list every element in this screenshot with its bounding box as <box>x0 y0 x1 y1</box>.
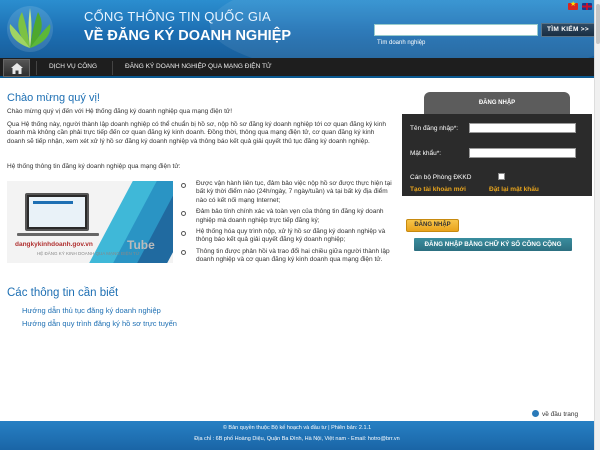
login-panel-title: ĐĂNG NHẬP <box>424 92 570 114</box>
intro-paragraph: Qua Hệ thống này, người thành lập doanh … <box>7 121 386 145</box>
username-input[interactable] <box>469 123 576 133</box>
language-switcher <box>568 0 592 10</box>
flag-vietnam-icon[interactable] <box>568 0 578 10</box>
guide-link-online-process[interactable]: Hướng dẫn quy trình đăng ký hồ sơ trực t… <box>22 319 177 328</box>
search-button[interactable]: TÌM KIẾM >> <box>541 23 595 37</box>
welcome-title: Chào mừng quý vị! <box>7 92 100 104</box>
main-navigation: DỊCH VỤ CÔNG ĐĂNG KÝ DOANH NGHIỆP QUA MẠ… <box>0 58 600 78</box>
officer-checkbox-label: Cán bộ Phòng ĐKKD <box>410 174 472 181</box>
home-icon <box>11 63 23 74</box>
laptop-screen <box>29 197 85 227</box>
search-input[interactable] <box>374 24 538 36</box>
list-item: Thông tin được phản hồi và trao đổi hai … <box>181 248 394 265</box>
list-item: Hệ thống hóa quy trình nộp, xử lý hồ sơ … <box>181 228 394 245</box>
password-input[interactable] <box>469 148 576 158</box>
site-title-line1: CỔNG THÔNG TIN QUỐC GIA <box>84 9 271 24</box>
digital-signature-login-button[interactable]: ĐĂNG NHẬP BẰNG CHỮ KÝ SỐ CÔNG CỘNG <box>414 238 572 251</box>
home-button[interactable] <box>3 59 30 77</box>
logo-leaf-icon[interactable] <box>4 4 56 54</box>
video-site-label: dangkykinhdoanh.gov.vn <box>15 241 93 248</box>
create-account-link[interactable]: Tạo tài khoản mới <box>410 186 466 193</box>
site-header: CỔNG THÔNG TIN QUỐC GIA VỀ ĐĂNG KÝ DOANH… <box>0 0 600 58</box>
page-scrollbar[interactable] <box>594 0 600 450</box>
login-button[interactable]: ĐĂNG NHẬP <box>406 219 459 232</box>
search-hint: Tìm doanh nghiệp <box>377 40 426 46</box>
laptop-base <box>17 233 99 236</box>
login-panel: ĐĂNG NHẬP Tên đăng nhập*: Mật khẩu*: Cán… <box>402 92 592 200</box>
site-footer: © Bản quyền thuộc Bộ kế hoạch và đầu tư … <box>0 421 594 450</box>
flag-uk-icon[interactable] <box>582 3 592 10</box>
password-label: Mật khẩu*: <box>410 150 442 157</box>
video-subtitle: HỆ ĐĂNG KÝ KINH DOANH QUA MẠNG ĐIỆN TỬ <box>37 251 140 256</box>
username-label: Tên đăng nhập*: <box>410 125 459 132</box>
nav-separator <box>112 61 113 75</box>
back-to-top-label: về đầu trang <box>542 411 579 418</box>
info-section-title: Các thông tin cần biết <box>7 287 119 299</box>
list-item: Đảm bảo tính chính xác và toàn vẹn của t… <box>181 208 394 225</box>
list-item: Được vận hành liên tục, đảm bảo việc nộp… <box>181 180 394 205</box>
login-form: Tên đăng nhập*: Mật khẩu*: Cán bộ Phòng … <box>402 114 592 196</box>
site-title-line2: VỀ ĐĂNG KÝ DOANH NGHIỆP <box>84 28 292 44</box>
guide-link-registration[interactable]: Hướng dẫn thủ tục đăng ký doanh nghiệp <box>22 306 161 315</box>
footer-copyright: © Bản quyền thuộc Bộ kế hoạch và đầu tư … <box>222 425 372 431</box>
nav-item-dang-ky-qua-mang[interactable]: ĐĂNG KÝ DOANH NGHIỆP QUA MẠNG ĐIỆN TỬ <box>125 63 272 70</box>
laptop-screen-bar <box>33 201 73 204</box>
reset-password-link[interactable]: Đặt lại mật khẩu <box>489 186 539 193</box>
system-intro-paragraph: Hệ thống thông tin đăng ký doanh nghiệp … <box>7 163 181 170</box>
nav-separator <box>36 61 37 75</box>
intro-video[interactable]: dangkykinhdoanh.gov.vn HỆ ĐĂNG KÝ KINH D… <box>7 181 173 263</box>
back-to-top-link[interactable]: về đầu trang <box>532 410 578 418</box>
nav-item-dich-vu-cong[interactable]: DỊCH VỤ CÔNG <box>49 63 97 70</box>
video-laptop-illustration <box>25 193 89 231</box>
welcome-paragraph: Chào mừng quý vị đến với Hệ thống đăng k… <box>7 108 233 115</box>
scrollbar-thumb[interactable] <box>596 4 600 44</box>
footer-address: Địa chỉ : 6B phố Hoàng Diệu, Quận Ba Đìn… <box>194 436 400 442</box>
back-to-top-icon <box>532 410 539 417</box>
video-brand-watermark: Tube <box>127 238 155 252</box>
officer-checkbox[interactable] <box>498 173 505 180</box>
feature-list: Được vận hành liên tục, đảm bảo việc nộp… <box>181 180 394 268</box>
